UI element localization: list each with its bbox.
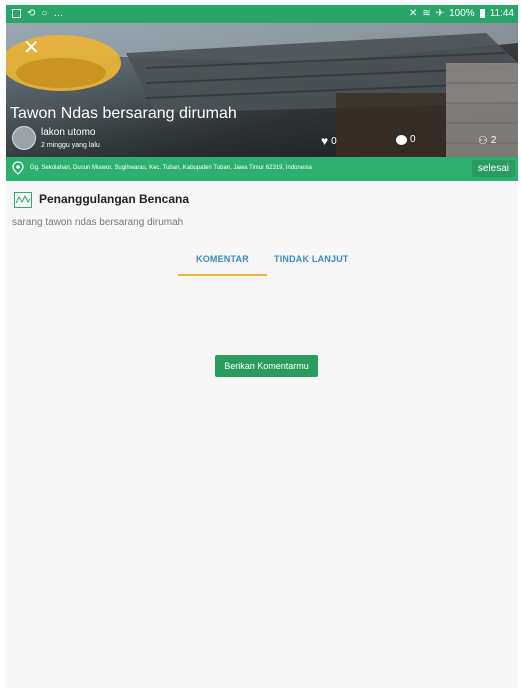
followers-icon: ⚇ (478, 135, 488, 147)
app-frame: ⟲ ○ … ✕ ≋ ✈ 100% 11:44 ✕ Tawon Ndas bers… (6, 5, 518, 688)
gallery-notification-icon (12, 9, 21, 18)
like-count: 0 (331, 135, 337, 147)
followers-counter[interactable]: ⚇ 2 (478, 134, 496, 147)
posted-time: 2 minggu yang lalu (41, 142, 100, 149)
report-photo-header: ✕ Tawon Ndas bersarang dirumah lakon uto… (6, 23, 518, 157)
sync-notification-icon: ⟲ (27, 8, 36, 19)
close-icon[interactable]: ✕ (23, 38, 40, 58)
like-counter[interactable]: ♥ 0 (321, 134, 337, 148)
add-comment-button[interactable]: Berikan Komentarmu (215, 355, 318, 377)
circle-notification-icon: ○ (41, 8, 48, 19)
comment-count: 0 (410, 134, 416, 145)
report-title: Tawon Ndas bersarang dirumah (10, 105, 237, 122)
avatar[interactable] (12, 126, 36, 150)
mute-icon: ✕ (408, 8, 418, 19)
clock: 11:44 (489, 8, 514, 19)
comment-icon (396, 134, 407, 145)
status-right-icons: ✕ ≋ ✈ 100% 11:44 (409, 8, 514, 19)
location-address: Gg. Sekolahan, Dusun Miawor, Sugihwaras,… (30, 165, 312, 171)
tab-tindak-lanjut[interactable]: TINDAK LANJUT (274, 254, 349, 264)
airplane-icon: ✈ (435, 8, 445, 19)
battery-level: 100% (449, 8, 475, 19)
more-notifications-icon: … (53, 8, 64, 19)
active-tab-indicator (178, 274, 267, 276)
category-icon (14, 192, 32, 208)
status-badge: selesai (471, 160, 515, 177)
location-pin-icon (12, 161, 24, 175)
battery-icon (479, 9, 485, 18)
followers-count: 2 (490, 135, 497, 146)
heart-icon: ♥ (321, 134, 329, 148)
location-bar: Gg. Sekolahan, Dusun Miawor, Sugihwaras,… (6, 157, 518, 181)
status-left-icons: ⟲ ○ … (12, 8, 63, 19)
status-bar: ⟲ ○ … ✕ ≋ ✈ 100% 11:44 (6, 5, 518, 23)
category-title: Penanggulangan Bencana (39, 192, 190, 206)
user-name: lakon utomo (41, 127, 96, 138)
comment-counter[interactable]: 0 (396, 134, 416, 145)
report-description: sarang tawon ndas bersarang dirumah (12, 217, 184, 228)
tab-komentar[interactable]: KOMENTAR (196, 254, 249, 264)
wifi-icon: ≋ (422, 8, 431, 19)
